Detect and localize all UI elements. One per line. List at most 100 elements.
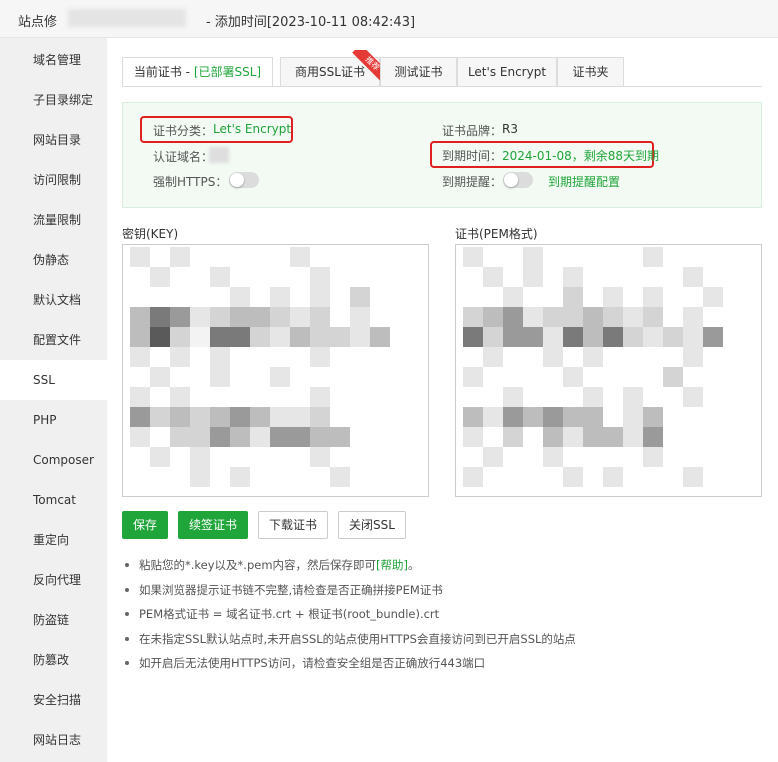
redacted-pixel	[250, 427, 270, 447]
redacted-pixel	[503, 427, 523, 447]
redacted-pixel	[643, 447, 663, 467]
redacted-pixel	[310, 447, 330, 467]
redacted-pixel	[683, 347, 703, 367]
expiry-remind-config-link[interactable]: 到期提醒配置	[548, 173, 620, 190]
cert-domain-label: 认证域名：	[153, 150, 214, 164]
redacted-pixel	[310, 347, 330, 367]
redacted-pixel	[150, 367, 170, 387]
sidebar-item-subdirectory-binding[interactable]: 子目录绑定	[0, 80, 107, 120]
redacted-pixel	[663, 367, 683, 387]
redacted-pixel	[623, 407, 643, 427]
redacted-pixel	[623, 427, 643, 447]
redacted-pixel	[130, 407, 150, 427]
sidebar-item-ssl[interactable]: SSL	[0, 360, 107, 400]
redacted-pixel	[643, 287, 663, 307]
redacted-pixel	[190, 307, 210, 327]
redacted-domain	[209, 147, 229, 163]
sidebar-item-security-scan[interactable]: 安全扫描	[0, 680, 107, 720]
sidebar-item-composer[interactable]: Composer	[0, 440, 107, 480]
redacted-pixel	[130, 427, 150, 447]
redacted-pixel	[290, 427, 310, 447]
tab-current-certificate[interactable]: 当前证书 - [已部署SSL]	[122, 57, 273, 87]
redacted-pixel	[290, 407, 310, 427]
redacted-pixel	[270, 427, 290, 447]
tab-certificate-folder[interactable]: 证书夹	[557, 57, 624, 87]
help-link[interactable]: [帮助]	[376, 558, 408, 572]
redacted-pixel	[463, 467, 483, 487]
redacted-pixel	[543, 347, 563, 367]
redacted-pixel	[683, 467, 703, 487]
redacted-pixel	[310, 327, 330, 347]
tip-item: 如果浏览器提示证书链不完整,请检查是否正确拼接PEM证书	[122, 581, 576, 606]
redacted-pixel	[463, 327, 483, 347]
redacted-pixel	[350, 287, 370, 307]
expiry-remind-toggle[interactable]	[503, 172, 533, 188]
redacted-pixel	[250, 307, 270, 327]
redacted-pixel	[603, 427, 623, 447]
redacted-pixel	[523, 267, 543, 287]
tab-test-certificate[interactable]: 测试证书	[380, 57, 457, 87]
redacted-pixel	[643, 427, 663, 447]
redacted-pixel	[350, 327, 370, 347]
redacted-pixel	[330, 467, 350, 487]
redacted-pixel	[583, 347, 603, 367]
redacted-pixel	[270, 367, 290, 387]
sidebar-item-domain-management[interactable]: 域名管理	[0, 40, 107, 80]
redacted-pixel	[523, 407, 543, 427]
pem-textarea[interactable]	[455, 244, 762, 497]
sidebar-item-site-logs[interactable]: 网站日志	[0, 720, 107, 760]
redacted-pixel	[563, 407, 583, 427]
tip-item: 如开启后无法使用HTTPS访问，请检查安全组是否正确放行443端口	[122, 654, 576, 679]
redacted-pixel	[523, 327, 543, 347]
redacted-pixel	[310, 427, 330, 447]
redacted-pixel	[483, 347, 503, 367]
sidebar-item-php[interactable]: PHP	[0, 400, 107, 440]
sidebar-item-tamper-proof[interactable]: 防篡改	[0, 640, 107, 680]
tab-current-label: 当前证书 -	[133, 65, 194, 79]
redacted-pixel	[463, 427, 483, 447]
key-textarea[interactable]	[122, 244, 429, 497]
sidebar-item-default-document[interactable]: 默认文档	[0, 280, 107, 320]
redacted-pixel	[130, 387, 150, 407]
ssl-tips-list: 粘贴您的*.key以及*.pem内容，然后保存即可[帮助]。 如果浏览器提示证书…	[122, 556, 576, 679]
sidebar-item-access-limit[interactable]: 访问限制	[0, 160, 107, 200]
redacted-pixel	[230, 287, 250, 307]
download-certificate-button[interactable]: 下载证书	[258, 511, 328, 539]
redacted-site-name	[68, 9, 186, 27]
sidebar-item-rewrite[interactable]: 伪静态	[0, 240, 107, 280]
redacted-pixel	[130, 247, 150, 267]
redacted-pixel	[643, 407, 663, 427]
redacted-pixel	[290, 307, 310, 327]
redacted-pixel	[210, 267, 230, 287]
tab-lets-encrypt[interactable]: Let's Encrypt	[457, 57, 557, 87]
save-button[interactable]: 保存	[122, 511, 168, 539]
sidebar-item-reverse-proxy[interactable]: 反向代理	[0, 560, 107, 600]
renew-certificate-button[interactable]: 续签证书	[178, 511, 248, 539]
redacted-pixel	[503, 407, 523, 427]
redacted-pixel	[703, 327, 723, 347]
redacted-pixel	[563, 267, 583, 287]
redacted-pixel	[563, 287, 583, 307]
expiry-remind-label: 到期提醒：	[442, 175, 503, 189]
redacted-pixel	[463, 407, 483, 427]
redacted-pixel	[170, 347, 190, 367]
close-ssl-button[interactable]: 关闭SSL	[338, 511, 406, 539]
redacted-pixel	[330, 427, 350, 447]
sidebar-item-tomcat[interactable]: Tomcat	[0, 480, 107, 520]
redacted-pixel	[270, 407, 290, 427]
sidebar-item-site-directory[interactable]: 网站目录	[0, 120, 107, 160]
redacted-pixel	[643, 307, 663, 327]
sidebar-item-traffic-limit[interactable]: 流量限制	[0, 200, 107, 240]
force-https-label: 强制HTTPS：	[153, 175, 228, 189]
force-https-toggle[interactable]	[229, 172, 259, 188]
redacted-pixel	[583, 387, 603, 407]
redacted-pixel	[503, 327, 523, 347]
redacted-pixel	[683, 307, 703, 327]
cert-category-label: 证书分类：	[153, 124, 214, 138]
redacted-pixel	[230, 407, 250, 427]
sidebar-item-hotlink-protection[interactable]: 防盗链	[0, 600, 107, 640]
redacted-pixel	[130, 307, 150, 327]
sidebar-item-config-file[interactable]: 配置文件	[0, 320, 107, 360]
sidebar-item-redirect[interactable]: 重定向	[0, 520, 107, 560]
redacted-pixel	[210, 327, 230, 347]
